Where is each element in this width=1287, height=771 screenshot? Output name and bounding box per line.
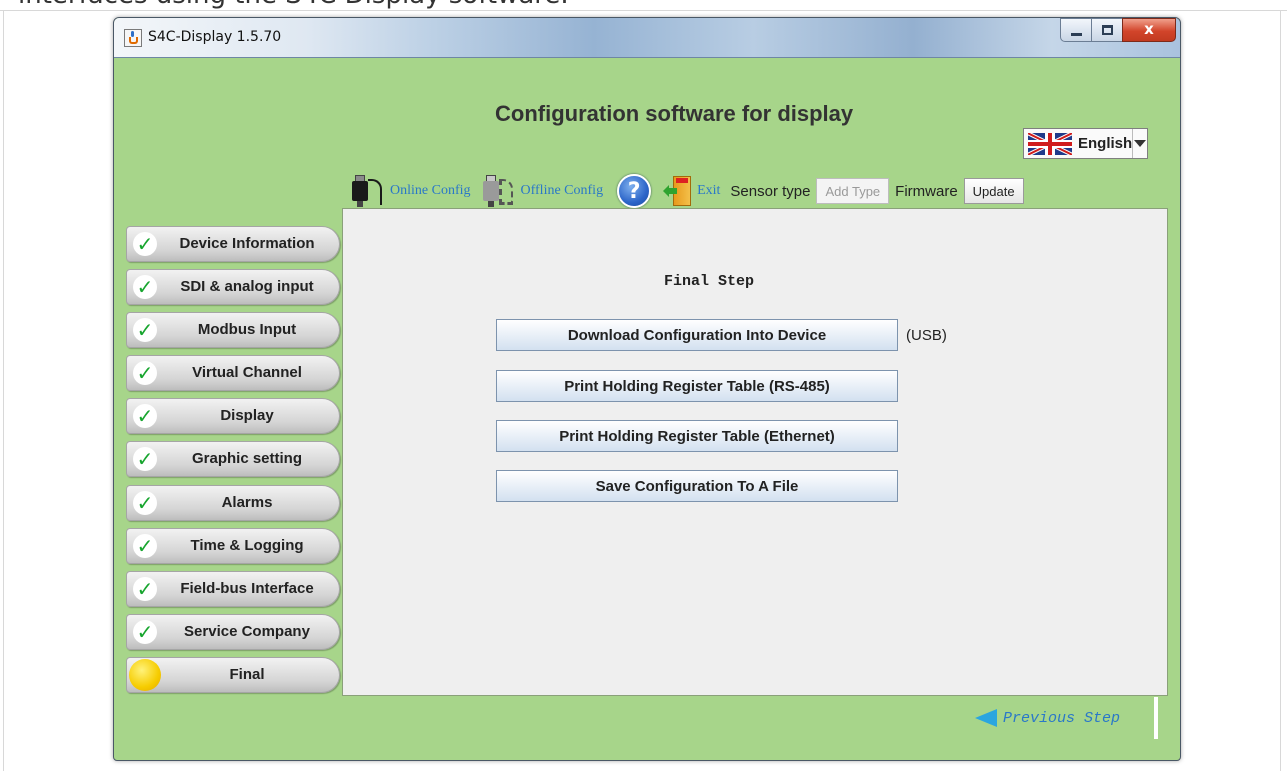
sidebar-item-alarms[interactable]: ✓ Alarms: [126, 484, 340, 521]
current-step-dot-icon: [129, 658, 161, 691]
sidebar-item-label: Service Company: [184, 622, 310, 640]
check-icon: ✓: [133, 275, 157, 300]
close-button[interactable]: x: [1122, 18, 1176, 42]
firmware-label: Firmware: [895, 182, 958, 200]
caption-text: interfaces using the S4C Display softwar…: [18, 0, 569, 10]
add-type-button[interactable]: Add Type: [816, 178, 890, 204]
dropdown-arrow-icon[interactable]: [1133, 129, 1147, 158]
exit-label: Exit: [697, 183, 721, 198]
check-icon: ✓: [133, 318, 157, 343]
sidebar-item-label: Time & Logging: [190, 536, 304, 554]
window-title: S4C-Display 1.5.70: [148, 29, 282, 45]
update-button[interactable]: Update: [963, 178, 1024, 204]
sidebar-item-label: Display: [220, 407, 274, 425]
plug-connected-icon: [350, 173, 386, 209]
check-icon: ✓: [133, 576, 157, 601]
minimize-button[interactable]: [1060, 18, 1092, 42]
sidebar-item-label: Final: [229, 665, 265, 683]
previous-step-label: Previous Step: [1003, 709, 1121, 727]
language-select[interactable]: English: [1023, 128, 1148, 159]
print-register-rs485-button[interactable]: Print Holding Register Table (RS-485): [496, 370, 898, 402]
uk-flag-icon: [1028, 132, 1072, 155]
previous-step-button[interactable]: Previous Step: [975, 709, 1120, 727]
sidebar-item-virtual-channel[interactable]: ✓ Virtual Channel: [126, 355, 340, 392]
usb-label: (USB): [906, 327, 947, 344]
chevron-left-icon: [975, 709, 997, 727]
help-icon[interactable]: ?: [617, 174, 652, 208]
sidebar-item-label: Alarms: [221, 493, 273, 511]
window-controls: x: [1060, 18, 1176, 42]
app-window: S4C-Display 1.5.70 x Configuration softw…: [113, 17, 1181, 761]
offline-config-button[interactable]: Offline Config: [481, 173, 614, 209]
sidebar-item-field-bus-interface[interactable]: ✓ Field-bus Interface: [126, 570, 340, 607]
page: interfaces using the S4C Display softwar…: [0, 0, 1287, 771]
sidebar-item-final[interactable]: Final: [126, 656, 340, 693]
online-config-button[interactable]: Online Config: [350, 173, 481, 209]
online-config-label: Online Config: [390, 183, 471, 198]
sidebar-item-label: Device Information: [179, 235, 315, 252]
language-selected[interactable]: English: [1024, 129, 1134, 158]
plug-disconnected-icon: [481, 173, 517, 209]
sidebar-item-graphic-setting[interactable]: ✓ Graphic setting: [126, 441, 340, 478]
check-icon: ✓: [133, 490, 157, 515]
check-icon: ✓: [133, 404, 157, 429]
steps-sidebar: ✓ Device Information ✓ SDI & analog inpu…: [126, 226, 348, 700]
sidebar-item-label: Virtual Channel: [192, 364, 302, 382]
toolbar: Online Config Offline Config ? Exit Sens…: [350, 171, 1030, 211]
sidebar-item-label: Modbus Input: [197, 321, 297, 339]
sidebar-item-sdi-analog-input[interactable]: ✓ SDI & analog input: [126, 269, 340, 306]
maximize-button[interactable]: [1091, 18, 1123, 42]
sidebar-item-time-logging[interactable]: ✓ Time & Logging: [126, 527, 340, 564]
language-label: English: [1078, 135, 1133, 152]
java-app-icon: [124, 29, 142, 47]
window-content: Configuration software for display Engli…: [120, 59, 1174, 753]
check-icon: ✓: [133, 533, 157, 558]
sidebar-item-device-information[interactable]: ✓ Device Information: [126, 226, 340, 262]
app-heading: Configuration software for display: [495, 101, 854, 126]
minimize-icon: [1071, 33, 1082, 36]
frame-right-line: [1280, 10, 1281, 771]
sidebar-item-label: Graphic setting: [191, 450, 303, 468]
check-icon: ✓: [133, 447, 157, 472]
frame-top-line: [0, 10, 1287, 11]
check-icon: ✓: [133, 361, 157, 386]
exit-button[interactable]: Exit: [663, 174, 730, 208]
check-icon: ✓: [133, 232, 157, 256]
title-bar[interactable]: S4C-Display 1.5.70 x: [114, 18, 1180, 58]
sidebar-item-service-company[interactable]: ✓ Service Company: [126, 613, 340, 650]
offline-config-label: Offline Config: [520, 183, 604, 198]
close-icon: x: [1144, 20, 1154, 38]
sidebar-item-label: Field-bus Interface: [180, 579, 314, 597]
maximize-icon: [1102, 25, 1113, 35]
sensor-type-label: Sensor type: [730, 182, 811, 200]
footer-divider: [1154, 697, 1158, 739]
check-icon: ✓: [133, 619, 157, 644]
sidebar-item-display[interactable]: ✓ Display: [126, 398, 340, 435]
main-panel: Final Step Download Configuration Into D…: [342, 208, 1168, 696]
frame-left-line: [3, 10, 4, 771]
download-configuration-button[interactable]: Download Configuration Into Device: [496, 319, 898, 351]
save-configuration-button[interactable]: Save Configuration To A File: [496, 470, 898, 502]
print-register-ethernet-button[interactable]: Print Holding Register Table (Ethernet): [496, 420, 898, 452]
sidebar-item-label: SDI & analog input: [180, 278, 314, 296]
step-title: Final Step: [663, 273, 754, 290]
exit-door-icon: [663, 174, 693, 208]
sidebar-item-modbus-input[interactable]: ✓ Modbus Input: [126, 312, 340, 349]
